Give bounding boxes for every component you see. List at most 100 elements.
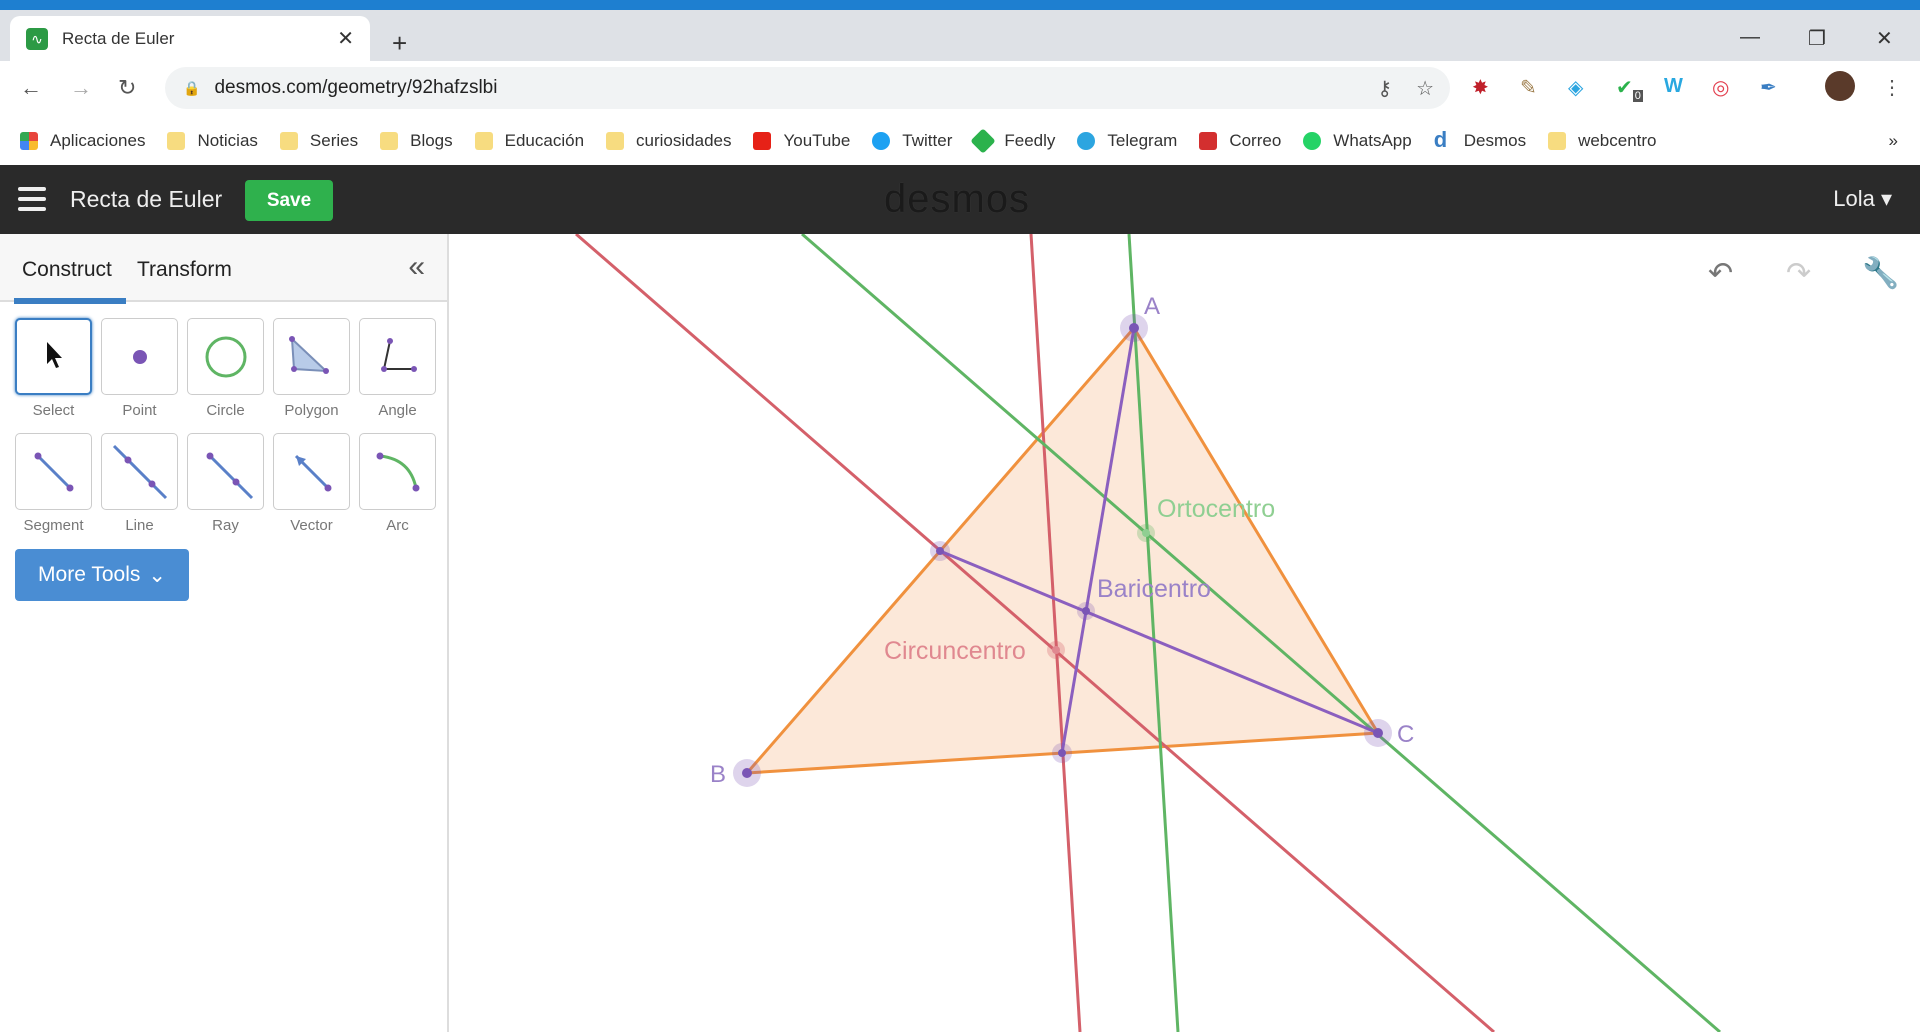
bookmark-telegram[interactable]: Telegram xyxy=(1077,131,1177,151)
baricentro-point[interactable] xyxy=(1077,602,1095,620)
tool-label: Vector xyxy=(290,517,333,534)
undo-icon[interactable]: ↶ xyxy=(1708,256,1733,291)
bookmark-whatsapp[interactable]: WhatsApp xyxy=(1303,131,1412,151)
extension-icon[interactable]: ◈ xyxy=(1568,75,1583,100)
polygon-icon xyxy=(289,336,329,374)
bookmark-webcentro[interactable]: webcentro xyxy=(1548,131,1657,151)
youtube-icon xyxy=(753,131,772,150)
tab-construct[interactable]: Construct xyxy=(14,258,126,304)
bookmark-series[interactable]: Series xyxy=(279,131,358,151)
redo-icon[interactable]: ↷ xyxy=(1786,256,1811,291)
address-row: ← → ↻ 🔒 desmos.com/geometry/92hafzslbi ⚷… xyxy=(0,61,1920,116)
bookmark-aplicaciones[interactable]: Aplicaciones xyxy=(20,131,145,151)
forward-icon[interactable]: → xyxy=(70,75,92,101)
bookmark-desmos[interactable]: d Desmos xyxy=(1434,128,1526,151)
folder-icon xyxy=(279,131,298,150)
graph-title[interactable]: Recta de Euler xyxy=(70,186,222,213)
mail-icon xyxy=(1199,131,1218,150)
more-tools-button[interactable]: More Tools ⌄ xyxy=(15,549,189,601)
perpendicular-bisector-bc[interactable] xyxy=(1029,234,1082,1032)
extension-icon[interactable]: ✔ 0 xyxy=(1616,75,1643,102)
tools-sidebar: Construct Transform « Select Point Circl… xyxy=(0,234,449,1032)
midpoint-ab[interactable] xyxy=(930,541,950,561)
key-icon[interactable]: ⚷ xyxy=(1377,76,1392,101)
bookmark-blogs[interactable]: Blogs xyxy=(380,131,453,151)
tool-point[interactable] xyxy=(101,318,178,395)
apps-icon xyxy=(20,131,38,150)
point-c[interactable] xyxy=(1364,719,1392,747)
browser-tab[interactable]: ∿ Recta de Euler ✕ xyxy=(10,16,370,61)
telegram-icon xyxy=(1077,131,1096,150)
tool-polygon[interactable] xyxy=(273,318,350,395)
tool-vector[interactable] xyxy=(273,433,350,510)
ray-icon xyxy=(206,452,254,500)
tool-label: Segment xyxy=(23,517,84,534)
perpendicular-bisector-ab[interactable] xyxy=(575,234,1495,1032)
label-b: B xyxy=(710,761,726,788)
point-b[interactable] xyxy=(733,759,761,787)
collapse-icon[interactable]: « xyxy=(408,250,425,284)
label-circuncentro: Circuncentro xyxy=(884,637,1026,665)
hamburger-menu-icon[interactable] xyxy=(18,187,46,211)
folder-icon xyxy=(606,131,625,150)
tool-arc[interactable] xyxy=(359,433,436,510)
tool-select[interactable] xyxy=(15,318,92,395)
close-tab-icon[interactable]: ✕ xyxy=(337,26,354,51)
tool-label: Angle xyxy=(378,402,417,419)
avatar[interactable] xyxy=(1825,71,1855,101)
save-button[interactable]: Save xyxy=(245,180,333,221)
whatsapp-icon xyxy=(1303,131,1322,150)
point-a[interactable] xyxy=(1120,314,1148,342)
bookmark-twitter[interactable]: Twitter xyxy=(872,131,952,151)
tool-angle[interactable] xyxy=(359,318,436,395)
bookmark-noticias[interactable]: Noticias xyxy=(167,131,258,151)
median-a[interactable] xyxy=(1060,327,1136,754)
restore-icon[interactable]: ❐ xyxy=(1808,26,1826,51)
folder-icon xyxy=(1548,131,1567,150)
bookmark-feedly[interactable]: Feedly xyxy=(970,127,1055,154)
reload-icon[interactable]: ↻ xyxy=(118,75,136,101)
extension-icon[interactable]: ✒ xyxy=(1760,75,1777,100)
tool-circle[interactable] xyxy=(187,318,264,395)
bookmark-correo[interactable]: Correo xyxy=(1199,131,1281,151)
triangle-abc[interactable] xyxy=(743,325,1381,775)
user-menu[interactable]: Lola ▾ xyxy=(1833,186,1892,212)
median-c[interactable] xyxy=(939,549,1379,735)
extension-icon[interactable]: ✸ xyxy=(1472,75,1489,100)
address-bar[interactable]: 🔒 desmos.com/geometry/92hafzslbi ⚷ ☆ xyxy=(165,67,1450,109)
desmos-favicon-icon: ∿ xyxy=(26,27,48,50)
new-tab-icon[interactable]: + xyxy=(392,28,407,59)
star-icon[interactable]: ☆ xyxy=(1416,76,1434,101)
minimize-icon[interactable]: — xyxy=(1740,26,1760,49)
tab-strip: ∿ Recta de Euler ✕ + — ❐ ✕ xyxy=(0,10,1920,61)
back-icon[interactable]: ← xyxy=(20,75,42,101)
tool-segment[interactable] xyxy=(15,433,92,510)
bookmarks-overflow[interactable]: » xyxy=(1889,131,1898,151)
bookmarks-bar: Aplicaciones Noticias Series Blogs Educa… xyxy=(0,116,1920,165)
extension-icon[interactable]: W xyxy=(1664,75,1683,98)
close-window-icon[interactable]: ✕ xyxy=(1876,26,1893,51)
arc-icon xyxy=(376,452,420,492)
tool-line[interactable] xyxy=(101,433,178,510)
bookmark-curiosidades[interactable]: curiosidades xyxy=(606,131,731,151)
altitude-a[interactable] xyxy=(1127,234,1180,1032)
altitude-c[interactable] xyxy=(801,234,1721,1032)
chevron-down-icon: ⌄ xyxy=(148,563,166,587)
circle-icon xyxy=(205,336,247,378)
midpoint-bc[interactable] xyxy=(1052,743,1072,763)
ortocentro-point[interactable] xyxy=(1137,524,1155,542)
circuncentro-point[interactable] xyxy=(1047,641,1065,659)
tool-ray[interactable] xyxy=(187,433,264,510)
angle-icon xyxy=(381,338,417,372)
label-c: C xyxy=(1397,721,1414,748)
tab-transform[interactable]: Transform xyxy=(137,258,232,282)
window-top-bar xyxy=(0,0,1920,10)
label-ortocentro: Ortocentro xyxy=(1157,495,1275,523)
menu-icon[interactable]: ⋮ xyxy=(1882,75,1902,100)
bookmark-educacion[interactable]: Educación xyxy=(474,131,584,151)
extension-icon[interactable]: ✎ xyxy=(1520,75,1537,100)
bookmark-youtube[interactable]: YouTube xyxy=(753,131,850,151)
wrench-icon[interactable]: 🔧 xyxy=(1862,256,1899,291)
extension-icon[interactable]: ◎ xyxy=(1712,75,1729,100)
lock-icon: 🔒 xyxy=(183,79,201,96)
